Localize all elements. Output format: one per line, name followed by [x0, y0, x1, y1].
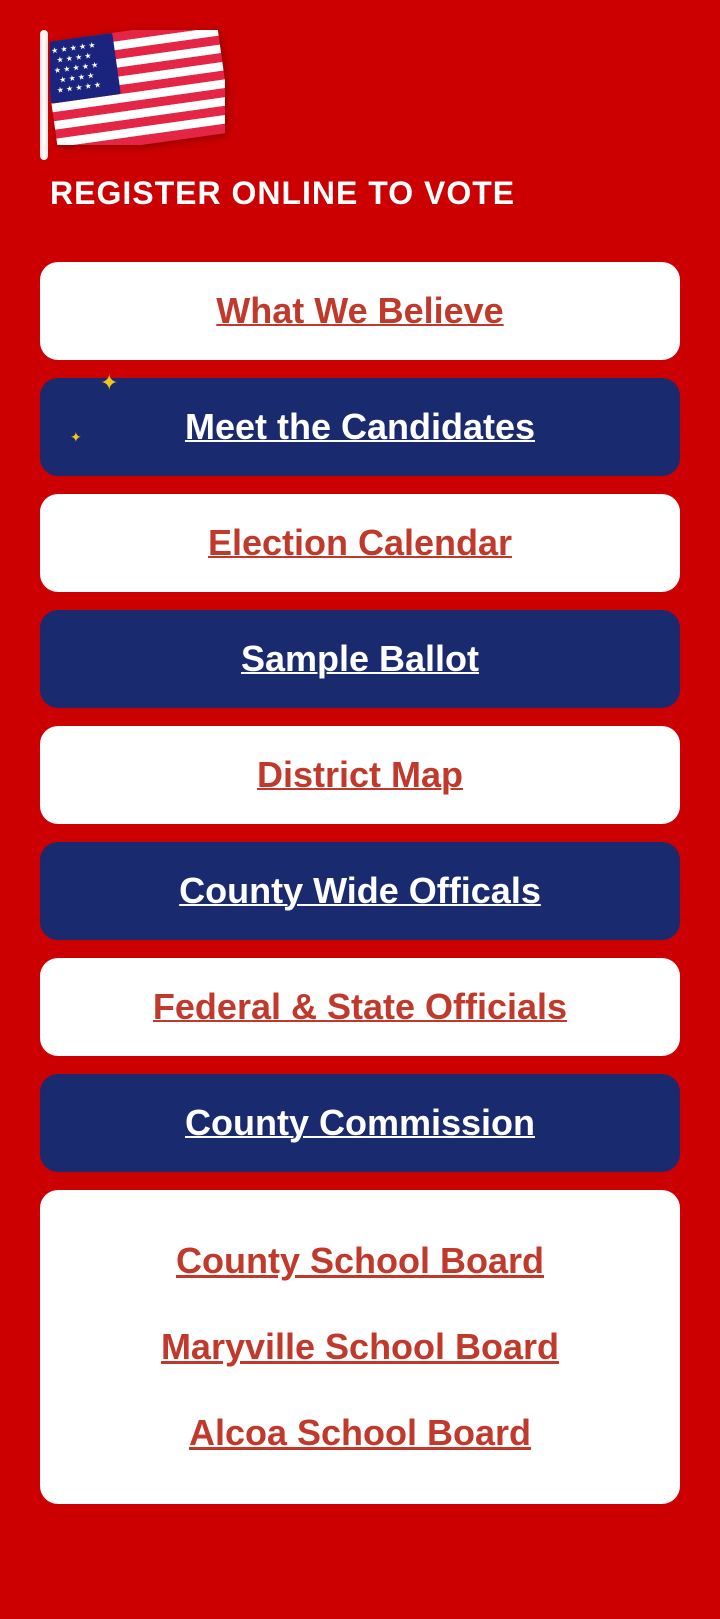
district-map-button[interactable]: District Map	[40, 726, 680, 824]
maryville-school-board-button[interactable]: Maryville School Board	[60, 1304, 660, 1390]
flag-icon: ★ ★ ★ ★ ★ ★ ★ ★ ★ ★ ★ ★ ★ ★ ★ ★ ★ ★ ★ ★ …	[50, 30, 225, 145]
sparkle-top-icon: ✦	[100, 370, 118, 396]
school-boards-card: County School Board Maryville School Boa…	[40, 1190, 680, 1504]
county-wide-officials-button[interactable]: County Wide Officals	[40, 842, 680, 940]
what-we-believe-label: What We Believe	[216, 290, 503, 331]
what-we-believe-button[interactable]: What We Believe	[40, 262, 680, 360]
federal-state-officials-button[interactable]: Federal & State Officials	[40, 958, 680, 1056]
sparkle-bottom-icon: ✦	[70, 429, 82, 446]
county-wide-officials-label: County Wide Officals	[179, 870, 541, 911]
election-calendar-label: Election Calendar	[208, 522, 512, 563]
county-school-board-label: County School Board	[176, 1240, 544, 1281]
alcoa-school-board-label: Alcoa School Board	[189, 1412, 531, 1453]
meet-candidates-label: Meet the Candidates	[185, 406, 535, 447]
county-commission-label: County Commission	[185, 1102, 535, 1143]
meet-candidates-button[interactable]: Meet the Candidates	[40, 378, 680, 476]
county-school-board-button[interactable]: County School Board	[60, 1218, 660, 1304]
county-commission-button[interactable]: County Commission	[40, 1074, 680, 1172]
meet-candidates-container: ✦ Meet the Candidates ✦	[40, 378, 680, 476]
flag-container: ★ ★ ★ ★ ★ ★ ★ ★ ★ ★ ★ ★ ★ ★ ★ ★ ★ ★ ★ ★ …	[40, 30, 220, 160]
sample-ballot-button[interactable]: Sample Ballot	[40, 610, 680, 708]
flag-pole	[40, 30, 48, 160]
header: ★ ★ ★ ★ ★ ★ ★ ★ ★ ★ ★ ★ ★ ★ ★ ★ ★ ★ ★ ★ …	[0, 0, 720, 242]
federal-state-officials-label: Federal & State Officials	[153, 986, 567, 1027]
district-map-label: District Map	[257, 754, 463, 795]
maryville-school-board-label: Maryville School Board	[161, 1326, 559, 1367]
alcoa-school-board-button[interactable]: Alcoa School Board	[60, 1390, 660, 1476]
sample-ballot-label: Sample Ballot	[241, 638, 479, 679]
election-calendar-button[interactable]: Election Calendar	[40, 494, 680, 592]
header-title: REGISTER ONLINE TO VOTE	[40, 175, 515, 212]
menu-container: What We Believe ✦ Meet the Candidates ✦ …	[0, 242, 720, 1544]
